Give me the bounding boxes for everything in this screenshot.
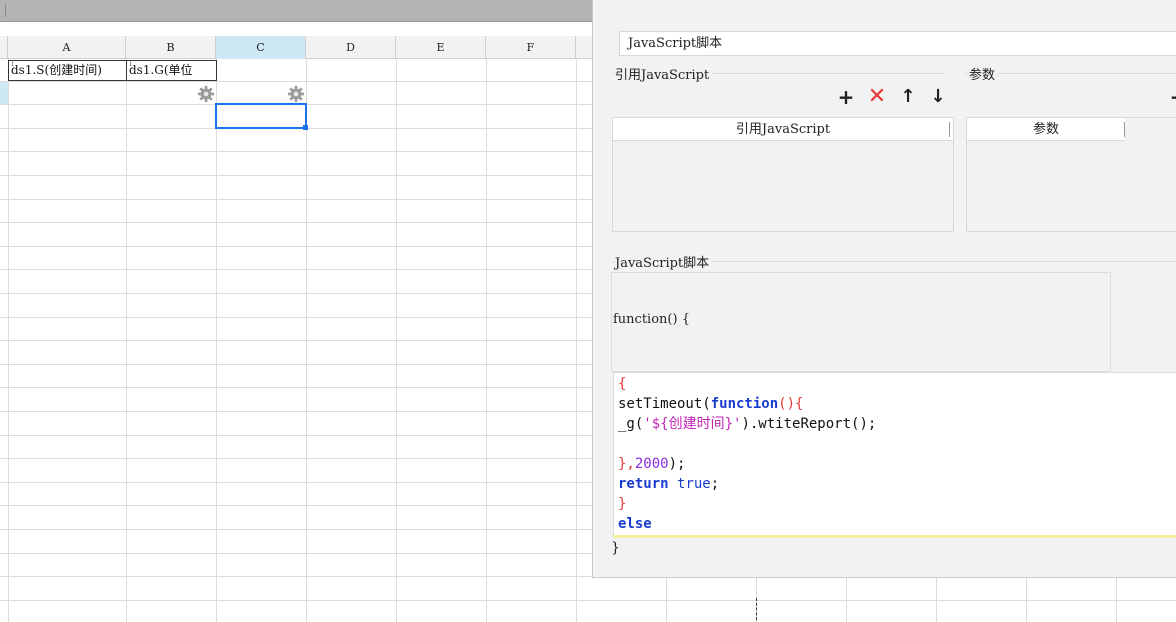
- cell-a1[interactable]: ↕ ds1.S(创建时间): [8, 60, 127, 81]
- column-header-b[interactable]: B: [126, 36, 216, 59]
- cell-a1-text: ds1.S(创建时间): [11, 63, 102, 77]
- code-token: ;: [710, 476, 720, 492]
- code-token: _g(: [618, 416, 644, 432]
- column-separator: [949, 122, 950, 137]
- script-group-label: JavaScript脚本: [615, 252, 714, 271]
- param-column-header[interactable]: 参数: [967, 118, 1125, 141]
- column-header-d[interactable]: D: [306, 36, 396, 59]
- toolbar-divider: [5, 4, 6, 17]
- gear-icon[interactable]: [197, 85, 215, 103]
- code-token: '${创建时间}': [643, 416, 742, 432]
- gear-icon[interactable]: [287, 85, 305, 103]
- param-table[interactable]: 参数: [966, 117, 1176, 232]
- code-token: );: [668, 456, 686, 472]
- code-token: ).wtiteReport();: [741, 416, 877, 432]
- cell-b1[interactable]: ↕ ds1.G(单位: [126, 60, 217, 81]
- code-token: (){: [778, 396, 804, 412]
- column-header-a[interactable]: A: [8, 36, 126, 59]
- function-header: function() {: [613, 312, 690, 327]
- function-footer: }: [611, 540, 620, 556]
- param-group-label: 参数: [969, 64, 1000, 83]
- code-token: else: [618, 516, 652, 532]
- selected-cell-c2[interactable]: [215, 103, 307, 129]
- cell-expand-marker-icon: ↕: [128, 61, 134, 68]
- column-header-c[interactable]: C: [216, 36, 306, 59]
- ref-js-column-header[interactable]: 引用JavaScript: [613, 118, 953, 141]
- select-all-corner[interactable]: [0, 36, 8, 59]
- code-token: 2000: [634, 456, 669, 472]
- cell-expand-marker-icon: ↕: [10, 61, 16, 68]
- add-param-button[interactable]: +: [1167, 86, 1176, 108]
- code-token: true: [677, 476, 711, 492]
- code-token: return: [618, 476, 669, 492]
- add-ref-button[interactable]: +: [835, 86, 857, 108]
- column-header-f[interactable]: F: [486, 36, 576, 59]
- code-token: setTimeout(: [618, 396, 711, 412]
- cell-b1-text: ds1.G(单位: [129, 63, 193, 77]
- page-break-line: [756, 598, 757, 622]
- column-header-e[interactable]: E: [396, 36, 486, 59]
- column-separator: [1124, 122, 1125, 137]
- ref-js-table[interactable]: 引用JavaScript: [612, 117, 954, 232]
- javascript-dialog: JavaScript脚本 引用JavaScript + ✕ ↑ ↓ 引用Java…: [592, 0, 1176, 578]
- code-token: {: [618, 376, 627, 392]
- code-token: }: [618, 496, 627, 512]
- move-down-button[interactable]: ↓: [927, 86, 949, 108]
- delete-ref-button[interactable]: ✕: [866, 86, 888, 108]
- move-up-button[interactable]: ↑: [897, 86, 919, 108]
- script-type-field[interactable]: JavaScript脚本: [619, 31, 1176, 56]
- code-token: },: [618, 456, 635, 472]
- code-token: function: [710, 396, 779, 412]
- fill-handle[interactable]: [303, 125, 308, 130]
- ref-js-group-label: 引用JavaScript: [615, 64, 714, 83]
- code-editor[interactable]: { setTimeout(function(){ _g('${创建时间}').w…: [613, 372, 1176, 538]
- toolbar-strip: [0, 0, 593, 22]
- row-2-header-highlight: [0, 81, 8, 104]
